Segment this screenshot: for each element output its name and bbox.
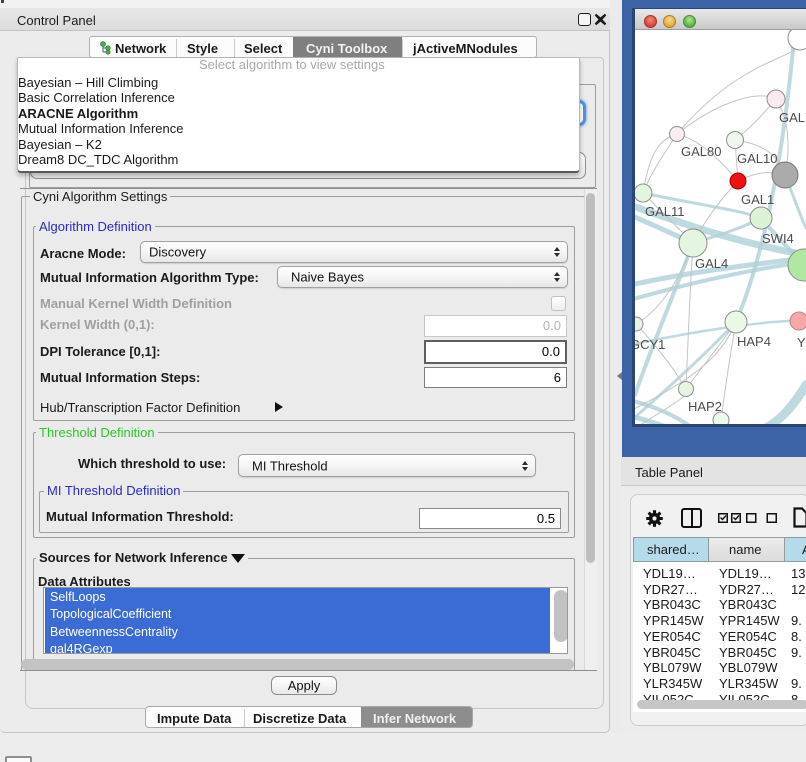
svg-text:GAL11: GAL11 [645,204,685,219]
svg-text:GAL10: GAL10 [737,151,777,166]
svg-text:GAL1: GAL1 [741,192,774,207]
svg-text:Y: Y [797,335,806,350]
svg-text:GCY1: GCY1 [635,337,665,352]
svg-text:SWI4: SWI4 [762,231,794,246]
svg-text:GAL80: GAL80 [681,144,721,159]
svg-text:GAL4: GAL4 [695,256,728,271]
svg-text:GAL7: GAL7 [779,110,806,125]
svg-text:HAP2: HAP2 [688,399,722,414]
svg-text:HAP4: HAP4 [737,334,771,349]
